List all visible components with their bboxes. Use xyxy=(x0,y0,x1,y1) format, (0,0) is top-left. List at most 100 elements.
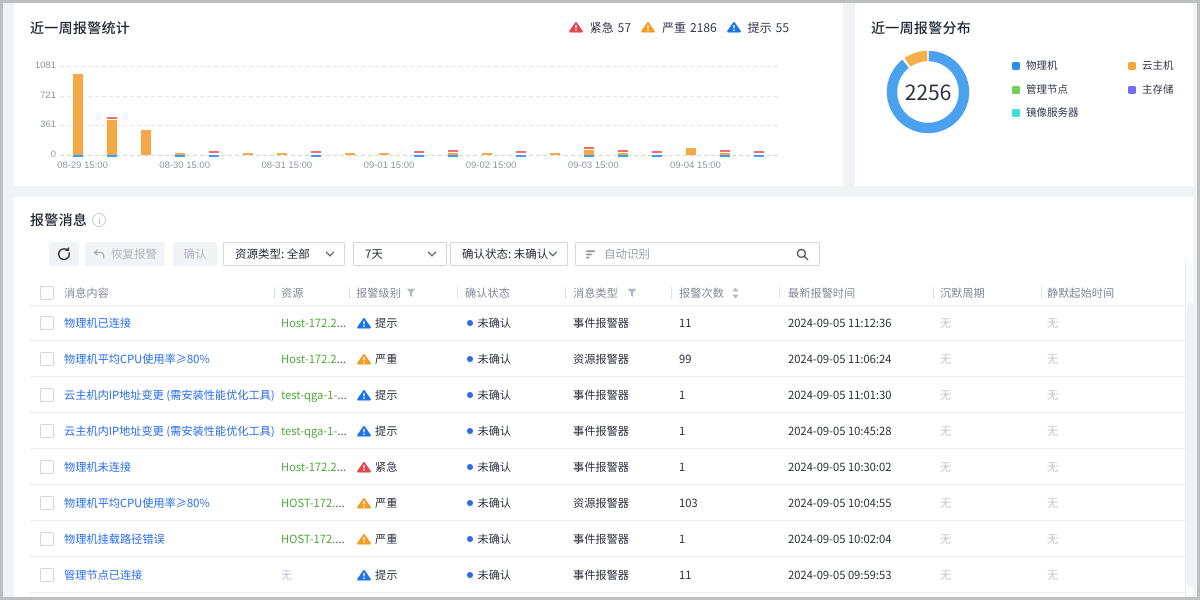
latest-alarm-time: 2024-09-05 10:04:55 xyxy=(788,486,891,521)
cell-latest-time: 2024-09-05 11:06:24 xyxy=(788,341,891,377)
cell-message: 物理机已连接 xyxy=(64,305,131,341)
cell-latest-time: 2024-09-05 10:04:55 xyxy=(788,485,891,521)
message-link[interactable]: 物理机未连接 xyxy=(64,450,131,485)
message-link[interactable]: 物理机已连接 xyxy=(64,306,131,341)
bar-urgent-segment xyxy=(652,151,662,154)
message-link[interactable]: 物理机挂载路径错误 xyxy=(64,522,165,557)
sort-icon[interactable] xyxy=(731,287,740,299)
resource-link[interactable]: test-qga-1- xyxy=(281,378,337,413)
alarm-count-value: 99 xyxy=(679,342,691,377)
dist-legend-item-4[interactable]: 主存储 xyxy=(1128,82,1174,98)
restore-alarm-button[interactable]: 恢复报警 xyxy=(85,242,165,266)
row-checkbox[interactable] xyxy=(40,316,54,330)
gridline xyxy=(60,125,781,126)
table-scrollbar-thumb[interactable] xyxy=(1187,303,1193,587)
bar-info-segment xyxy=(414,155,424,158)
dist-legend-item-2[interactable]: 云主机 xyxy=(1128,58,1174,74)
row-checkbox[interactable] xyxy=(40,460,54,474)
resource-link[interactable]: HOST-172. xyxy=(281,486,335,521)
alarm-count-value: 1 xyxy=(679,378,685,413)
filter-funnel-icon[interactable] xyxy=(406,288,416,298)
ack-state-select[interactable]: 确认状态: 未确认 xyxy=(450,242,568,266)
period-select[interactable]: 7天 xyxy=(353,242,447,266)
bar-info-segment xyxy=(516,155,526,158)
latest-alarm-time: 2024-09-05 10:30:02 xyxy=(788,450,891,485)
cell-alarm-count: 1 xyxy=(679,449,685,485)
resource-link[interactable]: Host-172.2 xyxy=(281,342,337,377)
message-link[interactable]: 物理机平均CPU使用率≥80% xyxy=(64,342,210,377)
refresh-button[interactable] xyxy=(49,242,79,266)
dist-legend-item-5[interactable]: 镜像服务器 xyxy=(1012,105,1079,121)
alert-triangle-icon xyxy=(357,425,371,437)
cell-silence-start: 无 xyxy=(1047,485,1058,521)
resource-link[interactable]: Host-172.2 xyxy=(281,306,337,341)
panel-alarm-distribution: 近一周报警分布 2256 物理机云主机管理节点主存储镜像服务器 xyxy=(855,3,1193,186)
resource-link[interactable]: HOST-172. xyxy=(281,522,335,557)
truncation-ellipsis: ... xyxy=(335,522,344,557)
select-all-checkbox[interactable] xyxy=(40,286,54,300)
cell-ack-state: 未确认 xyxy=(467,557,512,593)
latest-alarm-time: 2024-09-05 11:06:24 xyxy=(788,342,891,377)
dist-legend-item-1[interactable]: 物理机 xyxy=(1012,58,1058,74)
row-checkbox[interactable] xyxy=(40,532,54,546)
cell-latest-time: 2024-09-05 11:12:36 xyxy=(788,305,891,341)
cell-alarm-count: 99 xyxy=(679,341,691,377)
row-checkbox[interactable] xyxy=(40,424,54,438)
alarm-count-value: 11 xyxy=(679,306,691,341)
legend-label: 管理节点 xyxy=(1026,82,1068,98)
message-link[interactable]: 物理机平均CPU使用率≥80% xyxy=(64,486,210,521)
cell-resource: Host-172.2... xyxy=(281,449,346,485)
info-circle-icon[interactable] xyxy=(92,213,106,227)
alarm-count-value: 103 xyxy=(679,486,698,521)
bar-severe-segment xyxy=(448,153,458,155)
table-row: 云主机内IP地址变更 (需安装性能优化工具)test-qga-1-...提示未确… xyxy=(30,377,1185,413)
ack-state-label: 未确认 xyxy=(478,558,512,593)
silence-period-value: 无 xyxy=(940,342,951,377)
filter-funnel-icon[interactable] xyxy=(627,288,637,298)
row-checkbox[interactable] xyxy=(40,388,54,402)
column-header-time: 最新报警时间 xyxy=(788,281,855,305)
acknowledge-button[interactable]: 确认 xyxy=(173,242,217,266)
legend-label: 物理机 xyxy=(1026,58,1058,74)
row-checkbox[interactable] xyxy=(40,496,54,510)
table-row: 物理机平均CPU使用率≥80%Host-172.2...严重未确认资源报警器99… xyxy=(30,341,1185,377)
table-row: 物理机未连接Host-172.2...紧急未确认事件报警器12024-09-05… xyxy=(30,449,1185,485)
silence-period-value: 无 xyxy=(940,450,951,485)
chevron-down-icon xyxy=(548,251,558,257)
cell-message: 云主机内IP地址变更 (需安装性能优化工具) xyxy=(64,377,275,413)
alarm-count-value: 1 xyxy=(679,522,685,557)
bar-severe-segment xyxy=(482,153,492,155)
resource-link[interactable]: Host-172.2 xyxy=(281,450,337,485)
dist-legend-item-3[interactable]: 管理节点 xyxy=(1012,82,1068,98)
legend-marker xyxy=(1012,109,1020,117)
resource-type-select[interactable]: 资源类型: 全部 xyxy=(223,242,345,266)
latest-alarm-time: 2024-09-05 11:01:30 xyxy=(788,378,891,413)
truncation-ellipsis: ... xyxy=(337,306,346,341)
table-scrollbar[interactable] xyxy=(1185,258,1193,597)
bar-info-segment xyxy=(652,155,662,158)
restore-alarm-label: 恢复报警 xyxy=(111,246,157,262)
message-link[interactable]: 云主机内IP地址变更 (需安装性能优化工具) xyxy=(64,378,275,413)
panel-alarm-messages: 报警消息 恢复报警 确认 资源类型: 全部 7天 确认状态: 未确认 自动识别 xyxy=(14,197,1193,597)
truncation-ellipsis: ... xyxy=(337,378,346,413)
bar-severe-segment xyxy=(345,153,355,155)
ack-state-dot xyxy=(467,464,473,470)
x-axis-tick-label: 08-31 15:00 xyxy=(242,160,332,172)
legend-marker xyxy=(1012,86,1020,94)
message-link[interactable]: 管理节点已连接 xyxy=(64,558,142,593)
silence-start-value: 无 xyxy=(1047,342,1058,377)
latest-alarm-time: 2024-09-05 09:59:53 xyxy=(788,558,891,593)
bar-urgent-segment xyxy=(414,151,424,154)
cell-severity: 提示 xyxy=(357,413,397,449)
cell-message: 管理节点已连接 xyxy=(64,557,142,593)
cell-message: 物理机平均CPU使用率≥80% xyxy=(64,341,210,377)
row-checkbox[interactable] xyxy=(40,352,54,366)
search-input[interactable]: 自动识别 xyxy=(575,242,820,266)
bar-urgent-segment xyxy=(448,150,458,153)
legend-label: 云主机 xyxy=(1142,58,1174,74)
silence-period-value: 无 xyxy=(940,378,951,413)
row-checkbox[interactable] xyxy=(40,568,54,582)
message-link[interactable]: 云主机内IP地址变更 (需安装性能优化工具) xyxy=(64,414,275,449)
resource-link[interactable]: test-qga-1- xyxy=(281,414,337,449)
bar-info-segment xyxy=(754,155,764,158)
